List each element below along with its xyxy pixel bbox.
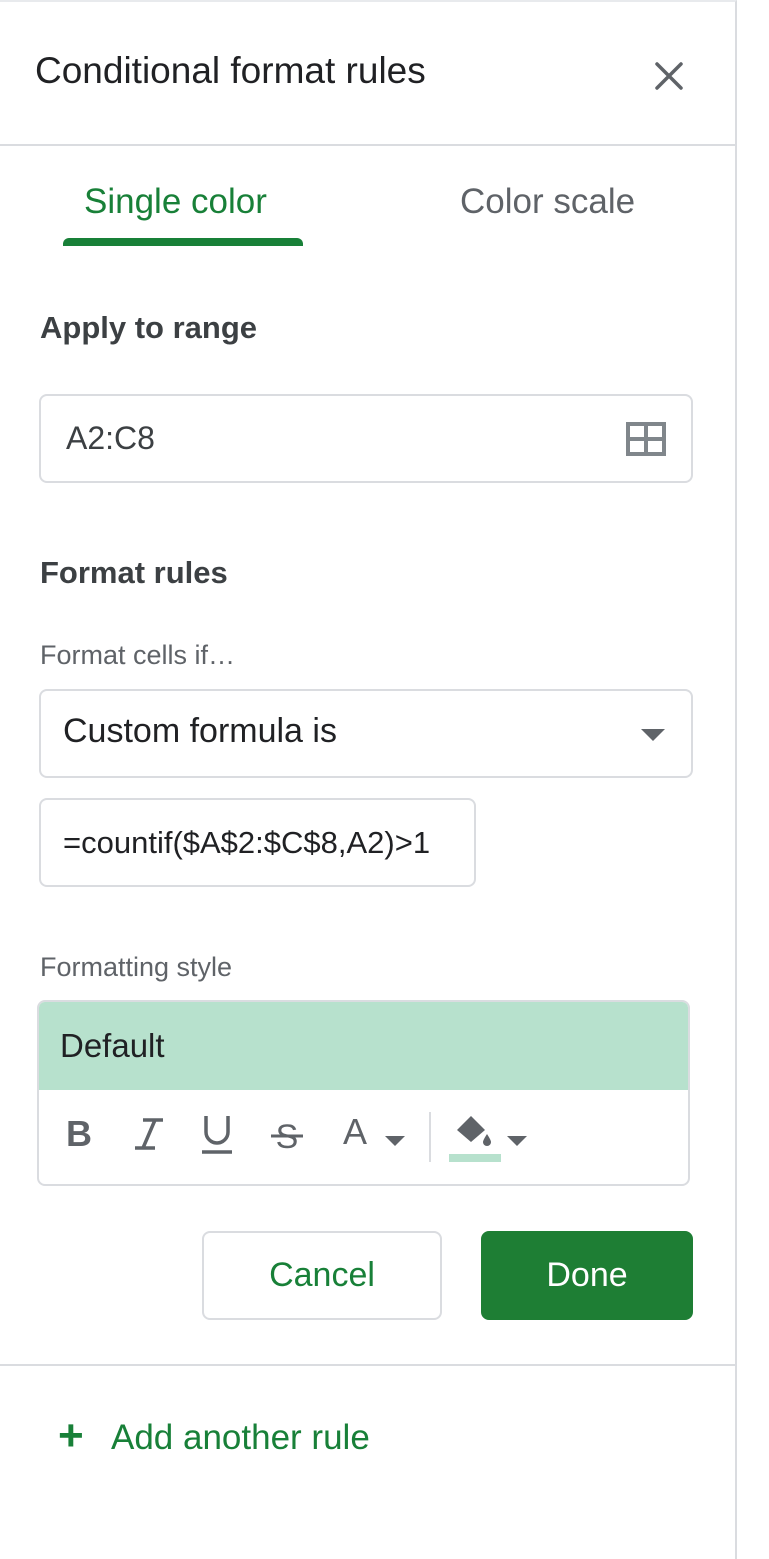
formatting-style-box: Default B S A xyxy=(37,1000,690,1186)
svg-text:B: B xyxy=(66,1113,92,1154)
formatting-style-label: Formatting style xyxy=(40,952,233,982)
formatting-toolbar: B S A xyxy=(39,1090,688,1184)
panel-title: Conditional format rules xyxy=(35,50,426,91)
add-another-rule-label: Add another rule xyxy=(111,1418,370,1457)
text-color-icon[interactable]: A xyxy=(337,1108,409,1160)
range-input[interactable]: A2:C8 xyxy=(39,394,693,483)
section-divider xyxy=(0,1364,737,1366)
chevron-down-icon xyxy=(641,729,665,741)
condition-value: Custom formula is xyxy=(63,712,337,750)
apply-to-range-label: Apply to range xyxy=(40,310,258,345)
underline-icon[interactable] xyxy=(197,1108,237,1160)
plus-icon: + xyxy=(58,1411,84,1460)
italic-icon[interactable] xyxy=(129,1108,169,1160)
cancel-button[interactable]: Cancel xyxy=(202,1231,442,1320)
strikethrough-icon[interactable]: S xyxy=(267,1108,307,1160)
chevron-down-icon xyxy=(385,1136,405,1146)
active-tab-indicator xyxy=(63,238,303,246)
panel-header: Conditional format rules xyxy=(0,2,737,146)
bold-icon[interactable]: B xyxy=(59,1108,99,1160)
conditional-format-panel: Conditional format rules Single color Co… xyxy=(0,0,737,1559)
close-icon[interactable] xyxy=(649,56,689,96)
done-button[interactable]: Done xyxy=(481,1231,693,1320)
condition-select[interactable]: Custom formula is xyxy=(39,689,693,778)
formula-input[interactable]: =countif($A$2:$C$8,A2)>1 xyxy=(39,798,476,887)
format-rules-label: Format rules xyxy=(40,555,228,590)
style-preview-text: Default xyxy=(60,1027,165,1064)
formula-value[interactable]: =countif($A$2:$C$8,A2)>1 xyxy=(63,825,430,861)
select-range-grid-icon[interactable] xyxy=(626,422,666,456)
tab-single-color[interactable]: Single color xyxy=(84,182,267,222)
chevron-down-icon xyxy=(507,1136,527,1146)
range-value[interactable]: A2:C8 xyxy=(66,420,155,457)
tab-color-scale[interactable]: Color scale xyxy=(460,182,635,222)
toolbar-divider xyxy=(429,1112,431,1162)
svg-text:A: A xyxy=(343,1111,367,1152)
style-preview[interactable]: Default xyxy=(39,1002,688,1090)
fill-color-icon[interactable] xyxy=(449,1108,529,1162)
format-cells-if-label: Format cells if… xyxy=(40,640,236,670)
